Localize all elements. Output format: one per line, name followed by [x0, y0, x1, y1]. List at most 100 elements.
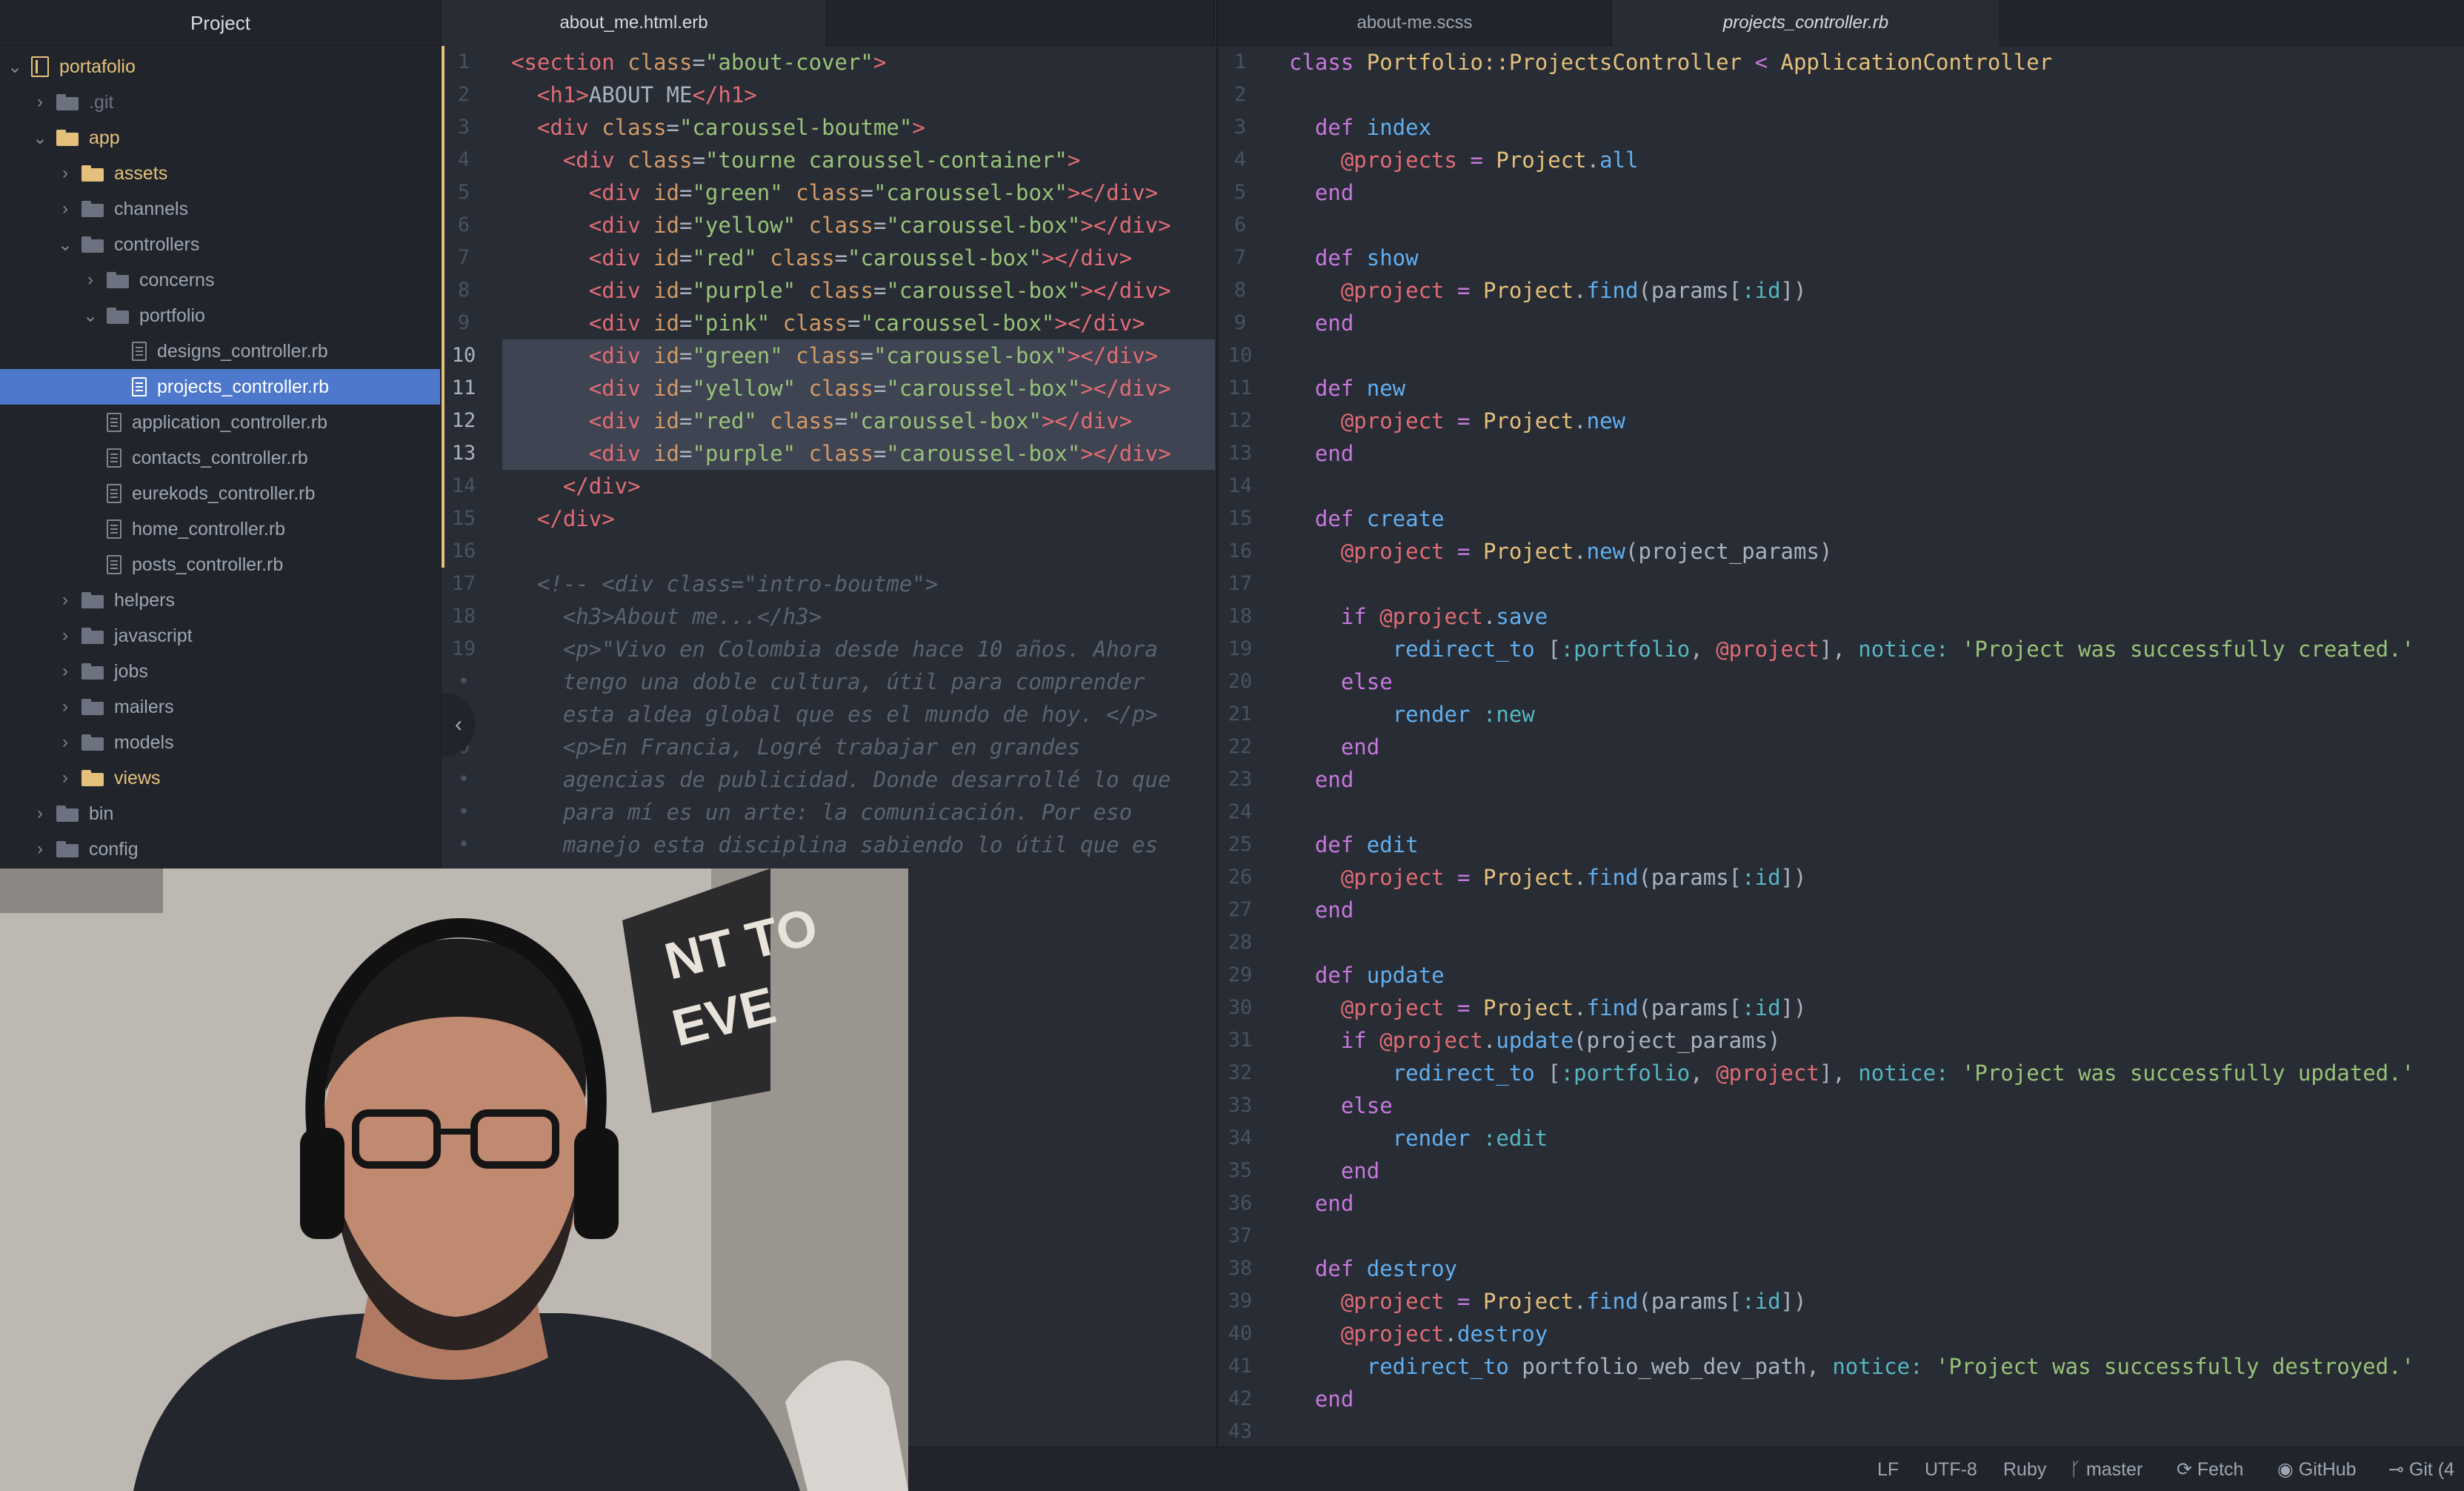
code-text: @project.destroy — [1340, 1321, 1548, 1346]
tree-item-controllers[interactable]: ⌄ controllers — [0, 227, 440, 262]
tree-item-mailers[interactable]: › mailers — [0, 689, 440, 725]
code-line: 32 redirect_to [:portfolio, @project], n… — [1218, 1057, 2464, 1089]
code-line: 19 <p>"Vivo en Colombia desde hace 10 añ… — [442, 633, 1215, 665]
line-number: 15 — [451, 507, 476, 530]
line-number: 7 — [457, 246, 470, 269]
line-number: 17 — [451, 572, 476, 595]
chevron-right-icon[interactable]: › — [58, 661, 73, 682]
chevron-right-icon[interactable]: › — [58, 768, 73, 788]
line-number: 13 — [1228, 442, 1253, 465]
code-text: end — [1340, 1158, 1380, 1183]
tree-item-jobs[interactable]: › jobs — [0, 654, 440, 689]
line-number: 34 — [1228, 1126, 1253, 1149]
code-line: 41 redirect_to portfolio_web_dev_path, n… — [1218, 1350, 2464, 1383]
git-button[interactable]: ⊸ Git (4 — [2388, 1447, 2454, 1491]
tree-item-home-controller-rb[interactable]: home_controller.rb — [0, 511, 440, 547]
chevron-down-icon[interactable]: ⌄ — [7, 56, 22, 78]
chevron-right-icon[interactable]: › — [33, 803, 47, 824]
code-text: def new — [1314, 376, 1406, 401]
chevron-down-icon[interactable]: ⌄ — [58, 234, 73, 256]
encoding-indicator[interactable]: UTF-8 — [1925, 1447, 1977, 1491]
grammar-indicator[interactable]: Ruby — [2003, 1447, 2046, 1491]
line-number: 5 — [1233, 181, 1247, 204]
code-line: 42 end — [1218, 1383, 2464, 1415]
code-editor-projects-controller[interactable]: 1 class Portfolio::ProjectsController < A… — [1218, 46, 2464, 1447]
branch-button[interactable]: ᚴ master — [2070, 1447, 2142, 1491]
folder-icon — [56, 841, 79, 857]
tree-item-bin[interactable]: › bin — [0, 796, 440, 831]
line-ending-indicator[interactable]: LF — [1877, 1447, 1899, 1491]
line-number: 12 — [451, 409, 476, 432]
tree-item-label: views — [114, 767, 161, 788]
tree-item-views[interactable]: › views — [0, 760, 440, 796]
code-line: • tengo una doble cultura, útil para com… — [442, 665, 1215, 698]
line-number: 2 — [1233, 83, 1247, 106]
code-line: 3 <div class="caroussel-boutme"> — [442, 111, 1215, 144]
code-line: 31 if @project.update(project_params) — [1218, 1024, 2464, 1057]
tree-item-application-controller-rb[interactable]: application_controller.rb — [0, 405, 440, 440]
chevron-down-icon[interactable]: ⌄ — [33, 127, 47, 149]
chevron-right-icon[interactable]: › — [58, 697, 73, 717]
git-modified-gutter-marker — [442, 46, 444, 568]
folder-icon — [81, 699, 104, 715]
tree-item-eurekods-controller-rb[interactable]: eurekods_controller.rb — [0, 476, 440, 511]
line-number: 36 — [1228, 1192, 1253, 1215]
line-number: 24 — [1228, 800, 1253, 823]
tree-item-projects-controller-rb[interactable]: projects_controller.rb — [0, 369, 440, 405]
chevron-right-icon[interactable]: › — [33, 839, 47, 860]
tree-item-portafolio[interactable]: ⌄ portafolio — [0, 49, 440, 84]
webcam-image: NT TO EVE — [0, 869, 908, 1491]
github-button[interactable]: ◉ GitHub — [2277, 1447, 2357, 1491]
tree-item-javascript[interactable]: › javascript — [0, 618, 440, 654]
tree-item-app[interactable]: ⌄ app — [0, 120, 440, 156]
code-text: render :edit — [1392, 1126, 1548, 1151]
status-bar: LF UTF-8 Ruby ᚴ master ⟳ Fetch ◉ GitHub … — [908, 1447, 2464, 1491]
chevron-down-icon[interactable]: ⌄ — [83, 305, 98, 327]
code-line: 7 def show — [1218, 242, 2464, 274]
line-number: 3 — [1233, 116, 1247, 139]
tab-about-me-html-erb[interactable]: about_me.html.erb — [442, 0, 827, 46]
git-label: Git (4 — [2408, 1459, 2455, 1480]
line-number: 28 — [1228, 931, 1253, 954]
tree-item-assets[interactable]: › assets — [0, 156, 440, 191]
tree-item-posts-controller-rb[interactable]: posts_controller.rb — [0, 547, 440, 582]
line-number: 1 — [1233, 50, 1247, 73]
line-number: 8 — [457, 279, 470, 302]
line-number: 20 — [1228, 670, 1253, 693]
tab-projects-controller-rb[interactable]: projects_controller.rb — [1612, 0, 2000, 46]
chevron-right-icon[interactable]: › — [58, 590, 73, 611]
code-text: <div id="red" class="caroussel-box"></di… — [588, 245, 1133, 270]
tree-item-concerns[interactable]: › concerns — [0, 262, 440, 298]
tree-item-config[interactable]: › config — [0, 831, 440, 867]
tree-item-label: concerns — [139, 269, 215, 290]
code-line: 15 def create — [1218, 502, 2464, 535]
code-line: 14 — [1218, 470, 2464, 502]
chevron-right-icon[interactable]: › — [33, 92, 47, 113]
chevron-right-icon[interactable]: › — [58, 163, 73, 184]
code-line: 43 — [1218, 1415, 2464, 1447]
code-text: <div id="red" class="caroussel-box"></di… — [588, 408, 1133, 434]
tree-item-label: models — [114, 731, 174, 753]
fetch-button[interactable]: ⟳ Fetch — [2177, 1447, 2243, 1491]
tree-item-label: helpers — [114, 589, 175, 611]
chevron-right-icon[interactable]: › — [58, 199, 73, 219]
tab-empty[interactable] — [827, 0, 1215, 46]
tree-item-git[interactable]: › .git — [0, 84, 440, 120]
chevron-right-icon[interactable]: › — [58, 732, 73, 753]
tree-item-models[interactable]: › models — [0, 725, 440, 760]
code-line: 19 redirect_to [:portfolio, @project], n… — [1218, 633, 2464, 665]
chevron-right-icon[interactable]: › — [58, 625, 73, 646]
code-line: 13 <div id="purple" class="caroussel-box… — [442, 437, 1215, 470]
tree-item-channels[interactable]: › channels — [0, 191, 440, 227]
line-number: 9 — [457, 311, 470, 334]
tab-about-me-scss[interactable]: about-me.scss — [1218, 0, 1612, 46]
line-number: 8 — [1233, 279, 1247, 302]
tree-item-designs-controller-rb[interactable]: designs_controller.rb — [0, 333, 440, 369]
tree-item-helpers[interactable]: › helpers — [0, 582, 440, 618]
tree-item-contacts-controller-rb[interactable]: contacts_controller.rb — [0, 440, 440, 476]
chevron-right-icon[interactable]: › — [83, 270, 98, 290]
code-line: 29 def update — [1218, 959, 2464, 992]
tree-item-portfolio[interactable]: ⌄ portfolio — [0, 298, 440, 333]
code-text: def create — [1314, 506, 1445, 531]
code-line: 14 </div> — [442, 470, 1215, 502]
